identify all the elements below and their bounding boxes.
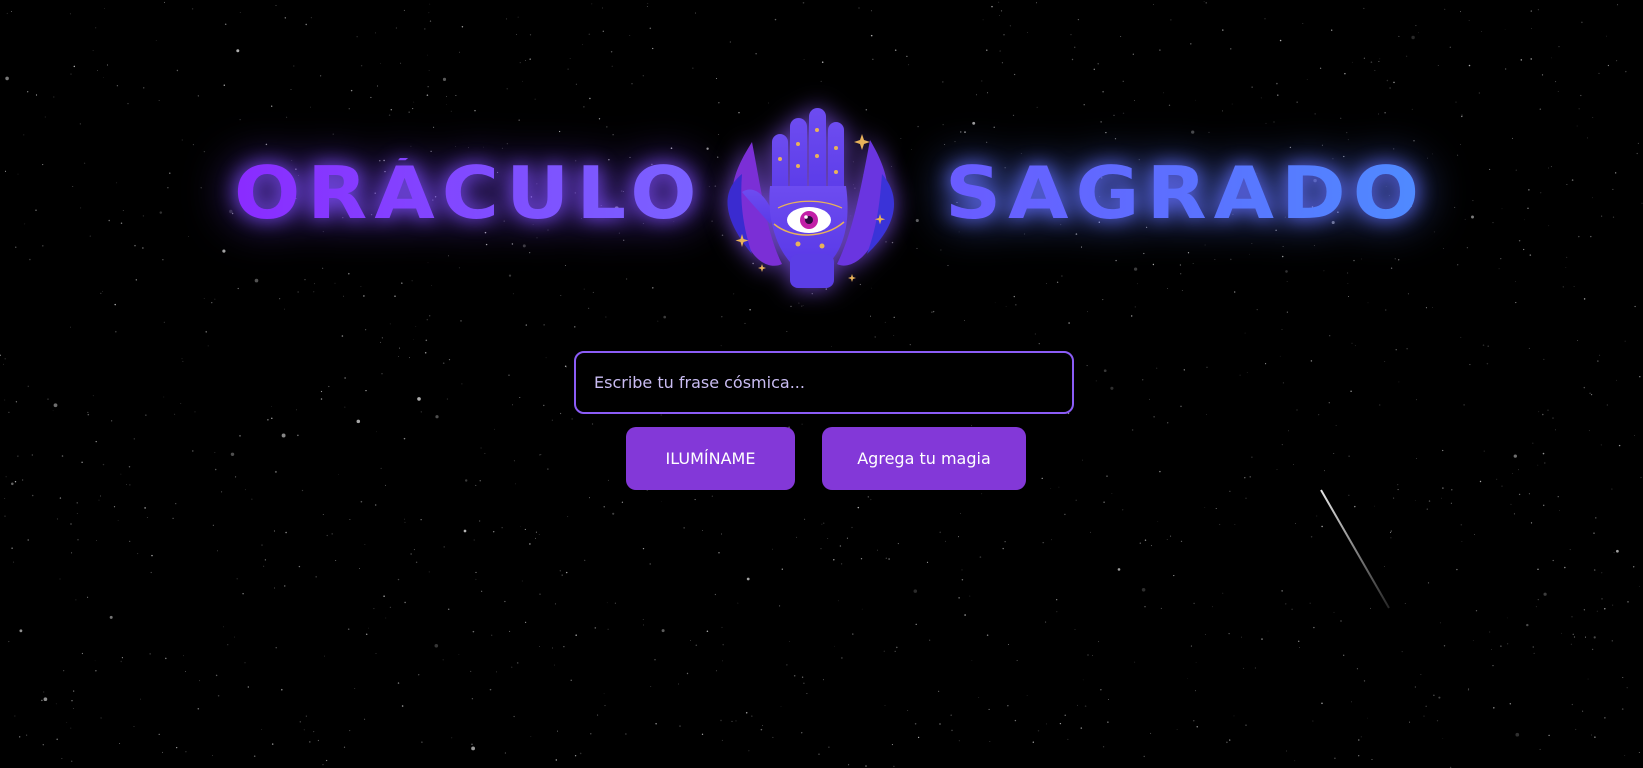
add-magic-button[interactable]: Agrega tu magia	[822, 427, 1026, 490]
mystic-hand-eye-icon	[727, 108, 895, 288]
cosmic-phrase-input[interactable]	[574, 351, 1074, 414]
title-sagrado: SAGRADO	[945, 152, 1427, 236]
title-oraculo: ORÁCULO	[234, 152, 704, 236]
illuminate-button[interactable]: ILUMÍNAME	[626, 427, 795, 490]
